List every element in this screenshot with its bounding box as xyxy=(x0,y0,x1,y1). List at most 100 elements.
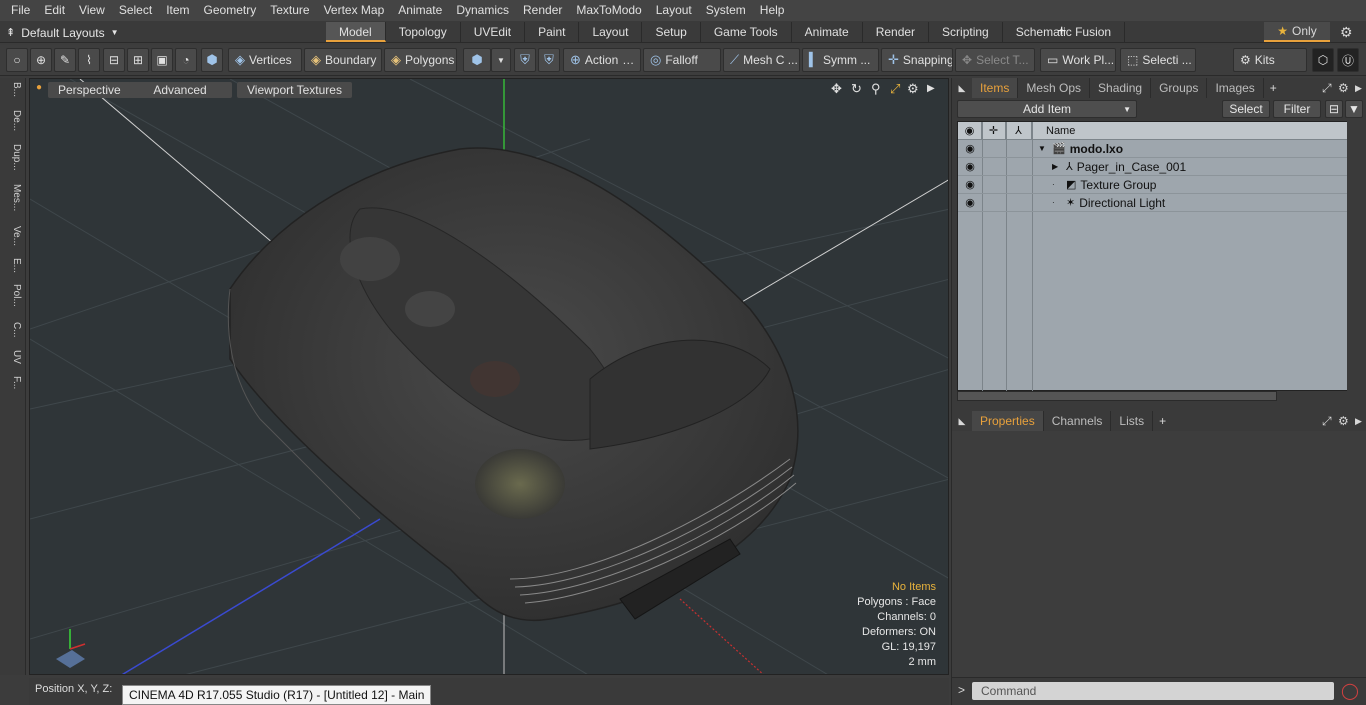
falloff-button[interactable]: ◎ Falloff xyxy=(643,48,721,72)
globe-button[interactable]: ⊕ xyxy=(30,48,52,72)
name-column-header[interactable]: Name xyxy=(1032,122,1351,140)
menu-select[interactable]: Select xyxy=(112,0,159,21)
rotate-view-icon[interactable]: ↻ xyxy=(851,81,862,97)
snapping-button[interactable]: ✛ Snapping xyxy=(881,48,953,72)
pen-button[interactable]: ✎ xyxy=(54,48,76,72)
tree-row[interactable]: ◉ ▼ 🎬 modo.lxo xyxy=(958,140,1351,158)
viewport-menu-dot[interactable]: ● xyxy=(36,82,42,93)
panel-gear-icon[interactable]: ⚙ xyxy=(1338,81,1349,95)
mesh-constraint-button[interactable]: ⟋ Mesh C ... xyxy=(723,48,800,72)
add-item-button[interactable]: Add Item ▼ xyxy=(957,100,1137,118)
tool-tab-8[interactable]: UV xyxy=(4,350,22,364)
tree-h-scrollbar[interactable] xyxy=(957,391,1277,401)
material-dropdown[interactable]: ▼ xyxy=(491,48,511,72)
advanced-tab[interactable]: Advanced xyxy=(128,82,232,98)
type-column[interactable]: ⅄ xyxy=(1006,122,1032,140)
unity-button[interactable]: ⬡ xyxy=(1312,48,1334,72)
snap-square-button[interactable]: ▣ xyxy=(151,48,173,72)
panel-tab-channels[interactable]: Channels xyxy=(1044,411,1112,431)
expand-icon[interactable]: ⤢ xyxy=(1322,81,1332,96)
pan-icon[interactable]: ✥ xyxy=(831,81,842,97)
layout-tab-render[interactable]: Render xyxy=(863,22,930,42)
panel-tab-mesh-ops[interactable]: Mesh Ops xyxy=(1018,78,1091,98)
layout-tab-game-tools[interactable]: Game Tools xyxy=(701,22,792,42)
tool-tab-4[interactable]: Ve... xyxy=(4,226,22,246)
tree-row[interactable]: ◉ ▶ ⅄ Pager_in_Case_001 xyxy=(958,158,1351,176)
viewport-gear-icon[interactable]: ⚙ xyxy=(907,81,919,97)
select-button[interactable]: Select xyxy=(1222,100,1270,118)
eye-icon[interactable]: ◉ xyxy=(963,158,977,176)
panel-gear-icon[interactable]: ⚙ xyxy=(1338,414,1349,428)
action-center-button[interactable]: ⊕ Action… xyxy=(563,48,641,72)
eye-icon[interactable]: ◉ xyxy=(963,140,977,158)
tool-tab-2[interactable]: Dup... xyxy=(4,144,22,171)
polygons-button[interactable]: ◈ Polygons xyxy=(384,48,457,72)
menu-vertex-map[interactable]: Vertex Map xyxy=(317,0,392,21)
unreal-button[interactable]: Ⓤ xyxy=(1337,48,1359,72)
funnel-button[interactable]: ▼ xyxy=(1345,100,1363,118)
eye-icon[interactable]: ◉ xyxy=(963,176,977,194)
panel-menu-icon[interactable]: ◣ xyxy=(952,83,972,94)
panel-menu-icon[interactable]: ◣ xyxy=(952,416,972,427)
menu-file[interactable]: File xyxy=(4,0,37,21)
layout-tab-setup[interactable]: Setup xyxy=(642,22,701,42)
chevron-right-icon[interactable]: ▶ xyxy=(1355,416,1362,427)
tool-tab-5[interactable]: E... xyxy=(4,258,22,273)
work-plane-button[interactable]: ▭ Work Pl... xyxy=(1040,48,1116,72)
gear-icon[interactable]: ⚙ xyxy=(1340,22,1353,42)
menu-help[interactable]: Help xyxy=(753,0,792,21)
tool-tab-9[interactable]: F... xyxy=(4,376,22,389)
menu-texture[interactable]: Texture xyxy=(263,0,316,21)
expand-arrow-icon[interactable]: ▶ xyxy=(1052,158,1062,176)
brush-button[interactable]: ⌇ xyxy=(78,48,100,72)
layout-selector[interactable]: ⇞ Default Layouts ▼ xyxy=(6,24,136,41)
menu-layout[interactable]: Layout xyxy=(649,0,699,21)
tool-tab-3[interactable]: Mes... xyxy=(4,184,22,211)
layout-tab-animate[interactable]: Animate xyxy=(792,22,863,42)
layout-tab-paint[interactable]: Paint xyxy=(525,22,580,42)
collapse-button[interactable]: ⊟ xyxy=(1325,100,1343,118)
tree-row[interactable]: ◉ · ◩ Texture Group xyxy=(958,176,1351,194)
add-tab-icon[interactable]: + xyxy=(1264,81,1283,95)
panel-tab-lists[interactable]: Lists xyxy=(1111,411,1154,431)
selection-sets-button[interactable]: ⬚ Selecti ... xyxy=(1120,48,1196,72)
tree-row[interactable]: ◉ · ✶ Directional Light xyxy=(958,194,1351,212)
filter-button[interactable]: Filter xyxy=(1273,100,1321,118)
menu-system[interactable]: System xyxy=(699,0,753,21)
lock-column[interactable]: ✛ xyxy=(982,122,1006,140)
layout-tab-model[interactable]: Model xyxy=(326,22,386,42)
menu-dynamics[interactable]: Dynamics xyxy=(449,0,516,21)
3d-viewport[interactable]: ● Perspective Advanced Viewport Textures… xyxy=(29,78,949,675)
add-tab-icon[interactable]: + xyxy=(1153,414,1172,428)
sym-y-button[interactable]: ⛨ xyxy=(538,48,560,72)
tool-tab-0[interactable]: B... xyxy=(4,82,22,97)
sym-x-button[interactable]: ⛨ xyxy=(514,48,536,72)
symmetry-button[interactable]: ▍ Symm ... xyxy=(802,48,879,72)
tool-tab-7[interactable]: C... xyxy=(4,322,22,338)
menu-item[interactable]: Item xyxy=(159,0,196,21)
eye-icon[interactable]: ◉ xyxy=(963,194,977,212)
menu-render[interactable]: Render xyxy=(516,0,569,21)
panel-tab-items[interactable]: Items xyxy=(972,78,1019,98)
tool-tab-6[interactable]: Pol... xyxy=(4,284,22,307)
circle-select-button[interactable]: ○ xyxy=(6,48,28,72)
panel-tab-groups[interactable]: Groups xyxy=(1151,78,1208,98)
layout-tab-layout[interactable]: Layout xyxy=(579,22,643,42)
maximize-icon[interactable]: ⤢ xyxy=(890,81,900,97)
add-layout-button[interactable]: + xyxy=(1057,22,1066,42)
expand-icon[interactable]: ⤢ xyxy=(1322,414,1332,429)
tree-scrollbar[interactable] xyxy=(1347,121,1357,391)
menu-edit[interactable]: Edit xyxy=(37,0,72,21)
menu-view[interactable]: View xyxy=(72,0,112,21)
align-button[interactable]: ⊟ xyxy=(103,48,125,72)
layout-tab-topology[interactable]: Topology xyxy=(386,22,461,42)
center-button[interactable]: ⊞ xyxy=(127,48,149,72)
perspective-tab[interactable]: Perspective xyxy=(48,82,131,98)
material-mode-button[interactable]: ⬢ xyxy=(463,48,491,72)
panel-tab-properties[interactable]: Properties xyxy=(972,411,1044,431)
item-mode-button[interactable]: ⬢ xyxy=(201,48,223,72)
menu-geometry[interactable]: Geometry xyxy=(197,0,264,21)
record-icon[interactable]: ◯ xyxy=(1341,681,1359,701)
panel-tab-images[interactable]: Images xyxy=(1207,78,1264,98)
layout-tab-uvedit[interactable]: UVEdit xyxy=(461,22,526,42)
